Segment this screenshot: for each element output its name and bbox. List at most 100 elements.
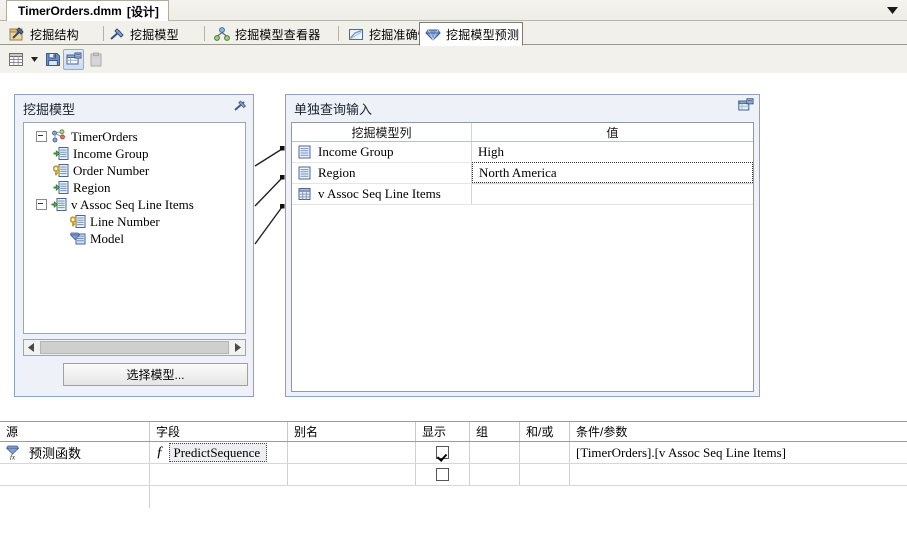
mining-model-tree-hscrollbar[interactable] (23, 339, 246, 356)
cell-source[interactable] (0, 464, 150, 485)
mining-structure-icon (9, 26, 25, 42)
input-column-icon (53, 146, 69, 161)
cell-field[interactable]: ƒ PredictSequence (150, 442, 288, 463)
mining-model-node-icon (51, 129, 67, 144)
key-column-icon (52, 163, 69, 178)
singleton-query-input-panel: 单独查询输入 挖掘模型列 值 Income Group High Region … (285, 94, 760, 397)
tree-node-timerorders[interactable]: TimerOrders (24, 128, 245, 145)
table-row[interactable] (0, 464, 907, 486)
table-row[interactable]: Income Group High (292, 142, 753, 163)
cell-field[interactable] (150, 464, 288, 485)
query-row-column-label: Income Group (318, 144, 394, 159)
select-model-button[interactable]: 选择模型... (63, 363, 248, 386)
query-row-column-label: Region (318, 165, 356, 180)
tab-label: 挖掘模型 (130, 27, 179, 42)
tab-divider (338, 26, 339, 41)
document-tab-suffix: [设计] (126, 4, 159, 19)
cell-criteria[interactable] (570, 464, 907, 485)
tab-label: 挖掘结构 (30, 27, 79, 42)
tab-label: 挖掘模型查看器 (235, 27, 321, 42)
query-column-header-mining-model-column[interactable]: 挖掘模型列 (292, 123, 472, 141)
tree-node-order-number[interactable]: Order Number (24, 162, 245, 179)
table-column-icon (297, 145, 312, 159)
tab-divider (204, 26, 205, 41)
restore-window-icon[interactable] (738, 98, 754, 113)
mining-model-panel: 挖掘模型 TimerOrders Income Group Order Numb… (14, 94, 254, 397)
column-header-criteria[interactable]: 条件/参数 (570, 422, 907, 441)
designer-tabstrip: 挖掘结构 挖掘模型 挖掘模型查看器 挖掘准确性图表 挖掘模型预测 (0, 21, 907, 46)
mining-model-panel-title: 挖掘模型 (23, 102, 76, 117)
column-header-field[interactable]: 字段 (150, 422, 288, 441)
tree-expander-minus-icon[interactable] (36, 131, 47, 142)
table-row[interactable]: Region North America (292, 162, 753, 184)
document-tab-title: TimerOrders.dmm (18, 4, 122, 18)
scrollbar-thumb[interactable] (40, 341, 229, 354)
show-checkbox[interactable] (436, 468, 449, 481)
query-row-value[interactable] (472, 184, 753, 204)
cell-show[interactable] (416, 464, 470, 485)
query-column-header-value[interactable]: 值 (472, 123, 753, 141)
query-row-column-label: v Assoc Seq Line Items (318, 186, 441, 201)
scroll-left-arrow-icon[interactable] (24, 340, 39, 355)
singleton-query-button[interactable] (63, 49, 84, 70)
tab-mining-model[interactable]: 挖掘模型 (104, 23, 205, 45)
table-row[interactable]: fx 预测函数 ƒ PredictSequence [TimerOrders].… (0, 442, 907, 464)
view-dropdown-button[interactable] (30, 54, 39, 64)
table-column-icon (297, 166, 312, 180)
tree-node-model[interactable]: Model (24, 230, 245, 247)
tree-node-region[interactable]: Region (24, 179, 245, 196)
tab-mining-structure[interactable]: 挖掘结构 (4, 23, 104, 45)
cell-group[interactable] (470, 464, 520, 485)
cell-field[interactable] (150, 486, 288, 508)
cell-alias[interactable] (288, 464, 416, 485)
query-row-column-name: Region (292, 163, 472, 183)
column-header-source[interactable]: 源 (0, 422, 150, 441)
show-checkbox[interactable] (436, 446, 449, 459)
cell-field-value[interactable]: PredictSequence (168, 443, 267, 462)
cell-and-or[interactable] (520, 442, 570, 463)
document-titlebar: TimerOrders.dmm [设计] (0, 0, 907, 21)
cell-alias[interactable] (288, 442, 416, 463)
query-input-grid-header: 挖掘模型列 值 (292, 123, 753, 142)
mining-model-prediction-icon (425, 27, 441, 42)
query-builder-header: 源 字段 别名 显示 组 和/或 条件/参数 (0, 422, 907, 442)
cell-group[interactable] (470, 442, 520, 463)
column-header-show[interactable]: 显示 (416, 422, 470, 441)
tree-expander-minus-icon[interactable] (36, 199, 47, 210)
view-grid-button[interactable] (5, 49, 26, 70)
save-button[interactable] (42, 49, 63, 70)
query-builder-grid: 源 字段 别名 显示 组 和/或 条件/参数 fx 预测函数 ƒ Predict… (0, 421, 907, 536)
chevron-down-icon[interactable] (885, 4, 899, 17)
tree-node-label: Model (90, 230, 124, 246)
document-tab[interactable]: TimerOrders.dmm [设计] (6, 0, 169, 21)
query-row-column-name: Income Group (292, 142, 472, 162)
scroll-right-arrow-icon[interactable] (230, 340, 245, 355)
query-row-value[interactable]: High (472, 142, 753, 162)
input-column-icon (53, 180, 69, 195)
column-header-group[interactable]: 组 (470, 422, 520, 441)
cell-and-or[interactable] (520, 464, 570, 485)
tree-node-v-assoc-seq-line-items[interactable]: v Assoc Seq Line Items (24, 196, 245, 213)
designer-toolbar (0, 45, 907, 73)
column-header-and-or[interactable]: 和/或 (520, 422, 570, 441)
tab-mining-model-viewer[interactable]: 挖掘模型查看器 (209, 23, 339, 45)
query-row-value-selected[interactable]: North America (472, 162, 753, 183)
mining-model-tree[interactable]: TimerOrders Income Group Order Number Re… (23, 122, 246, 334)
table-row[interactable]: v Assoc Seq Line Items (292, 184, 753, 205)
key-column-icon (69, 214, 86, 229)
mining-model-viewer-icon (214, 26, 230, 42)
collapse-chevron-icon[interactable] (232, 99, 248, 113)
cell-criteria[interactable]: [TimerOrders].[v Assoc Seq Line Items] (570, 442, 907, 463)
tree-node-income-group[interactable]: Income Group (24, 145, 245, 162)
mining-model-icon (109, 27, 125, 42)
column-header-alias[interactable]: 别名 (288, 422, 416, 441)
tab-mining-model-prediction[interactable]: 挖掘模型预测 (419, 22, 523, 46)
nested-table-icon (297, 187, 312, 201)
tree-node-line-number[interactable]: Line Number (24, 213, 245, 230)
model-to-query-connectors (254, 94, 300, 397)
cell-source-label: 预测函数 (29, 446, 82, 461)
table-row-empty[interactable] (0, 486, 907, 508)
cell-show[interactable] (416, 442, 470, 463)
cell-source[interactable] (0, 486, 150, 508)
cell-source[interactable]: fx 预测函数 (0, 442, 150, 463)
